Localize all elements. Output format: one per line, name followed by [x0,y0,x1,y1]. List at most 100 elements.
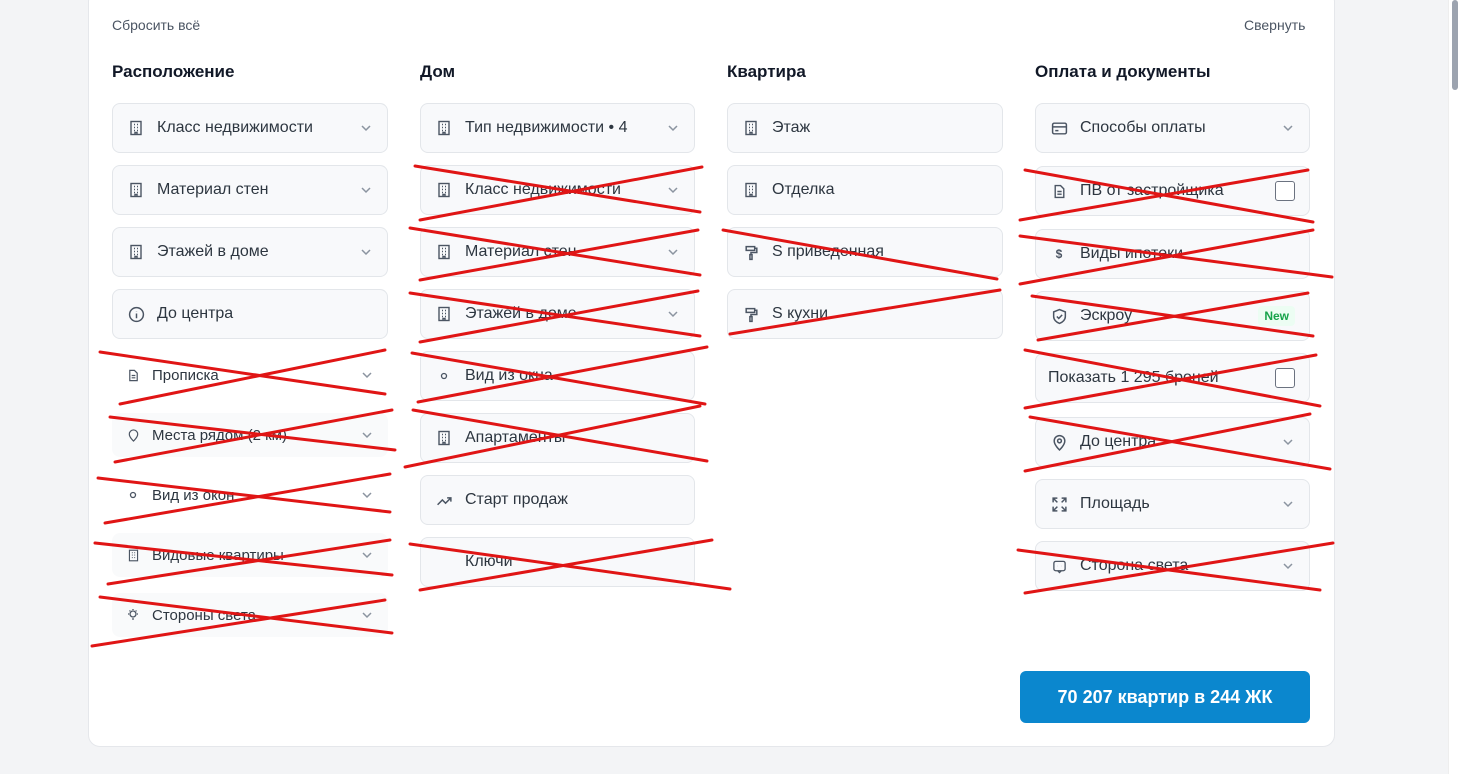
chevron-down-icon [1283,501,1293,508]
field-label: Отделка [772,181,835,198]
filter-payment-to-center[interactable]: До центра [1035,417,1310,467]
filter-registration[interactable]: Прописка [112,353,388,397]
filter-property-class[interactable]: Класс недвижимости [112,103,388,153]
reset-all-link[interactable]: Сбросить всё [112,17,200,33]
credit-card-icon [1050,119,1068,137]
scrollbar-track[interactable] [1448,0,1458,774]
filter-house-wall-material[interactable]: Материал стен [420,227,695,277]
chevron-down-icon [668,311,678,318]
building-icon [435,429,453,447]
chevron-down-icon [1283,563,1293,570]
field-label: До центра [157,305,234,322]
filter-cardinal-sides[interactable]: Стороны света [112,593,388,637]
field-label: Старт продаж [465,491,568,508]
filter-area[interactable]: Площадь [1035,479,1310,529]
field-label: Виды ипотеки [1080,245,1184,262]
trending-up-icon [435,491,453,509]
field-label: Этажей в доме [465,305,577,322]
filter-window-view[interactable]: Вид из окон [112,473,388,517]
building-icon [126,548,140,562]
paint-roller-icon [742,305,760,323]
field-label: Материал стен [465,243,577,260]
filter-floor[interactable]: Этаж [727,103,1003,153]
filter-sales-start[interactable]: Старт продаж [420,475,695,525]
building-icon [742,119,760,137]
building-icon [435,243,453,261]
chevron-down-icon [362,432,372,439]
chevron-down-icon [668,187,678,194]
filter-floors-count[interactable]: Этажей в доме [112,227,388,277]
filter-property-type[interactable]: Тип недвижимости • 4 [420,103,695,153]
field-label: Класс недвижимости [157,119,313,136]
document-icon [126,368,140,382]
filter-cardinal-side[interactable]: Сторона света [1035,541,1310,591]
chevron-down-icon [361,125,371,132]
filter-places-nearby[interactable]: Места рядом (2 км) [112,413,388,457]
dot-icon [435,367,453,385]
field-label: S приведенная [772,243,884,260]
chevron-down-icon [668,249,678,256]
field-label: Видовые квартиры [152,546,284,564]
chevron-down-icon [1283,439,1293,446]
field-label: Площадь [1080,495,1150,512]
column-title-location: Расположение [112,62,235,81]
field-label: До центра [1080,433,1157,450]
field-label: Класс недвижимости [465,181,621,198]
map-pin-icon [1050,433,1068,451]
paint-roller-icon [742,243,760,261]
filter-kitchen-area[interactable]: S кухни [727,289,1003,339]
building-icon [127,243,145,261]
field-label: Материал стен [157,181,269,198]
new-badge: New [1258,306,1295,326]
filter-reduced-area[interactable]: S приведенная [727,227,1003,277]
field-label: Этажей в доме [157,243,269,260]
scrollbar-thumb[interactable] [1452,0,1458,90]
map-pin-icon [126,428,140,442]
filter-keys[interactable]: Ключи [420,537,695,587]
filter-developer-down-payment[interactable]: ПВ от застройщика [1035,166,1310,216]
field-label: Способы оплаты [1080,119,1206,136]
field-label: Места рядом (2 км) [152,426,287,444]
filter-house-floors[interactable]: Этажей в доме [420,289,695,339]
filter-view-apartments[interactable]: Видовые квартиры [112,533,388,577]
field-label: Ключи [465,553,513,570]
show-reservations-checkbox[interactable] [1275,368,1295,388]
column-title-payment: Оплата и документы [1035,62,1211,81]
filter-apartments[interactable]: Апартаменты [420,413,695,463]
filter-show-reservations[interactable]: Показать 1 295 броней [1035,353,1310,403]
developer-down-payment-checkbox[interactable] [1275,181,1295,201]
field-label: Прописка [152,366,219,384]
filter-wall-material[interactable]: Материал стен [112,165,388,215]
chevron-down-icon [361,187,371,194]
field-label: Этаж [772,119,811,136]
filter-mortgage-types[interactable]: $ Виды ипотеки [1035,229,1310,279]
lightbulb-icon [126,608,140,622]
filter-house-class[interactable]: Класс недвижимости [420,165,695,215]
field-label: S кухни [772,305,829,322]
dot-icon [126,488,140,502]
field-label: Сторона света [1080,557,1189,574]
filter-escrow[interactable]: Эскроу New [1035,291,1310,341]
building-icon [435,119,453,137]
chevron-down-icon [362,372,372,379]
shield-check-icon [1050,307,1068,325]
building-icon [435,305,453,323]
field-label: Показать 1 295 броней [1048,369,1219,386]
column-title-house: Дом [420,62,456,81]
field-label: ПВ от застройщика [1080,182,1224,199]
chevron-down-icon [668,125,678,132]
info-icon [127,305,145,323]
filter-finishing[interactable]: Отделка [727,165,1003,215]
filter-to-center[interactable]: До центра [112,289,388,339]
building-icon [742,181,760,199]
collapse-link[interactable]: Свернуть [1244,17,1305,33]
field-label: Вид из окна [465,367,553,384]
building-icon [435,181,453,199]
filter-house-window-view[interactable]: Вид из окна [420,351,695,401]
column-title-apartment: Квартира [727,62,806,81]
show-results-button[interactable]: 70 207 квартир в 244 ЖК [1020,671,1310,723]
building-icon [127,181,145,199]
compass-icon [1050,557,1068,575]
expand-icon [1050,495,1068,513]
filter-payment-methods[interactable]: Способы оплаты [1035,103,1310,153]
